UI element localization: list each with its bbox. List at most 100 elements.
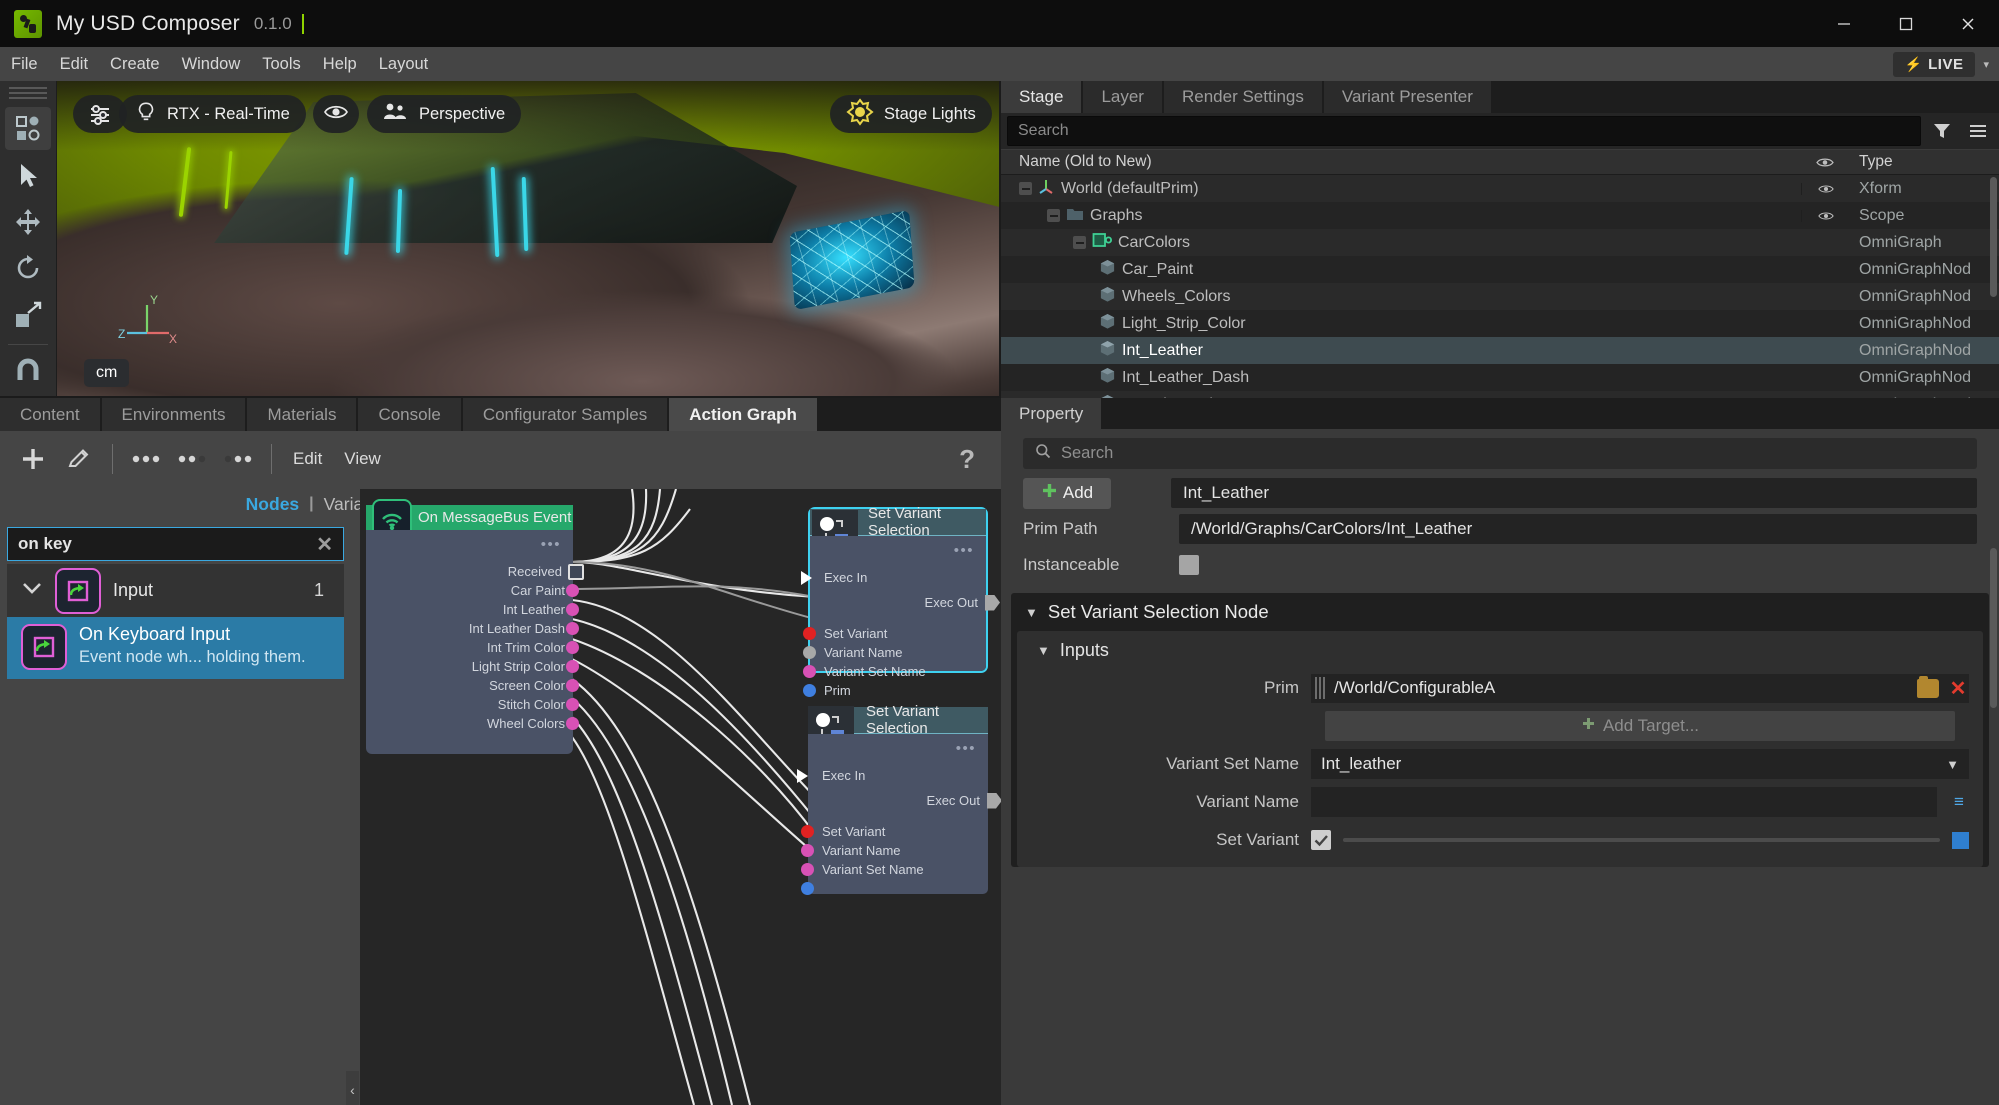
node-port-variant-set-name[interactable]: Variant Set Name (803, 662, 986, 681)
port-socket[interactable] (803, 665, 816, 678)
stage-lights-chip[interactable]: Stage Lights (830, 95, 992, 133)
node-port-received[interactable]: Received (366, 562, 584, 581)
color-swatch[interactable] (1952, 831, 1969, 849)
instanceable-checkbox[interactable] (1179, 555, 1199, 575)
chevron-down-icon[interactable]: ▾ (1979, 58, 1999, 71)
filter-icon[interactable] (1927, 116, 1957, 146)
port-socket[interactable] (801, 882, 814, 895)
clear-search-icon[interactable]: ✕ (316, 532, 333, 557)
table-row[interactable]: World (defaultPrim) Xform (1001, 175, 1999, 202)
set-variant-checkbox[interactable] (1311, 830, 1331, 850)
node-port-stitch-color[interactable]: Stitch Color (366, 695, 579, 714)
menu-help[interactable]: Help (312, 47, 368, 81)
tab-render-settings[interactable]: Render Settings (1163, 81, 1322, 113)
node-port-exec-in-2[interactable]: Exec In (797, 766, 988, 785)
move-tool-button[interactable] (5, 200, 51, 243)
port-socket[interactable] (566, 584, 579, 597)
section-header[interactable]: ▼ Set Variant Selection Node (1011, 593, 1989, 631)
remove-target-icon[interactable]: ✕ (1947, 677, 1969, 700)
rail-drag-handle[interactable] (9, 87, 47, 102)
stage-search-input[interactable]: Search (1007, 116, 1921, 146)
tab-console[interactable]: Console (358, 398, 461, 431)
tab-environments[interactable]: Environments (101, 398, 246, 431)
port-socket[interactable] (566, 717, 579, 730)
menu-tools[interactable]: Tools (251, 47, 312, 81)
list-item-on-keyboard-input[interactable]: On Keyboard Input Event node wh... holdi… (7, 617, 344, 679)
stage-tree-body[interactable]: World (defaultPrim) Xform Graphs Scope C… (1001, 175, 1999, 398)
close-button[interactable] (1937, 0, 1999, 47)
visibility-chip[interactable] (313, 95, 359, 133)
folder-icon[interactable] (1917, 675, 1939, 698)
table-row[interactable]: Car_Paint OmniGraphNod (1001, 256, 1999, 283)
pencil-icon[interactable] (58, 438, 100, 480)
node-port-variant-name[interactable]: Variant Name (803, 643, 986, 662)
port-socket[interactable] (803, 646, 816, 659)
tab-configurator-samples[interactable]: Configurator Samples (462, 398, 668, 431)
panel-collapse-handle[interactable]: ‹ (346, 1071, 359, 1105)
node-port-car-paint[interactable]: Car Paint (366, 581, 579, 600)
menu-file[interactable]: File (0, 47, 49, 81)
align-left-dots-icon[interactable] (125, 438, 167, 480)
port-socket[interactable] (566, 622, 579, 635)
chevron-down-icon[interactable]: ▼ (1037, 643, 1050, 658)
live-badge[interactable]: ⚡ LIVE (1892, 51, 1976, 77)
port-socket[interactable] (568, 563, 584, 580)
renderer-chip[interactable]: RTX - Real-Time (119, 95, 306, 133)
prim-target-field[interactable]: /World/ConfigurableA ✕ (1311, 673, 1969, 703)
node-port-prim-2[interactable] (801, 879, 988, 898)
table-row[interactable]: Int_Trim_Color OmniGraphNod (1001, 391, 1999, 398)
view-menu-button[interactable]: View (335, 449, 390, 469)
node-port-screen-color[interactable]: Screen Color (366, 676, 579, 695)
add-target-button[interactable]: Add Target... (1325, 711, 1955, 741)
graph-canvas[interactable]: On MessageBus Event ••• Received Car Pai… (360, 489, 1001, 1105)
edit-menu-button[interactable]: Edit (284, 449, 331, 469)
align-right-dots-icon[interactable] (217, 438, 259, 480)
scale-tool-button[interactable] (5, 294, 51, 337)
port-socket[interactable] (566, 698, 579, 711)
node-options-icon[interactable]: ••• (956, 740, 976, 757)
chevron-down-icon[interactable] (21, 581, 43, 600)
minimize-button[interactable] (1813, 0, 1875, 47)
node-port-set-variant-2[interactable]: Set Variant (801, 822, 988, 841)
equals-icon[interactable]: ≡ (1949, 791, 1969, 813)
port-socket[interactable] (566, 679, 579, 692)
menu-edit[interactable]: Edit (49, 47, 99, 81)
node-port-set-variant[interactable]: Set Variant (803, 624, 986, 643)
hamburger-menu-icon[interactable] (1963, 116, 1993, 146)
port-socket[interactable] (801, 863, 814, 876)
port-socket[interactable] (803, 684, 816, 697)
list-group-input[interactable]: Input 1 (7, 564, 344, 617)
node-port-int-leather[interactable]: Int Leather (366, 600, 579, 619)
maximize-button[interactable] (1875, 0, 1937, 47)
expander-icon[interactable] (1019, 182, 1032, 195)
prim-path-field[interactable]: /World/Graphs/CarColors/Int_Leather (1179, 514, 1977, 544)
tab-content[interactable]: Content (0, 398, 100, 431)
variant-name-field[interactable] (1311, 787, 1937, 817)
tab-nodes[interactable]: Nodes (246, 494, 299, 515)
rotate-tool-button[interactable] (5, 247, 51, 290)
port-socket[interactable] (566, 641, 579, 654)
set-variant-slider[interactable] (1343, 838, 1940, 842)
align-center-dots-icon[interactable] (171, 438, 213, 480)
chevron-down-icon[interactable]: ▼ (1025, 605, 1038, 620)
inputs-header[interactable]: ▼ Inputs (1017, 631, 1983, 669)
port-socket[interactable] (801, 844, 814, 857)
tab-action-graph[interactable]: Action Graph (669, 398, 817, 431)
graph-node-set-variant-selection-2[interactable]: Set Variant Selection ••• Exec In Exec O… (797, 703, 1001, 895)
node-port-prim[interactable]: Prim (803, 681, 986, 700)
cursor-tool-button[interactable] (5, 154, 51, 197)
node-search-input[interactable]: on key ✕ (7, 527, 344, 561)
node-port-exec-in[interactable]: Exec In (801, 568, 986, 587)
tab-layer[interactable]: Layer (1083, 81, 1162, 113)
table-row-selected[interactable]: Int_Leather OmniGraphNod (1001, 337, 1999, 364)
row-visibility-toggle[interactable] (1801, 182, 1849, 195)
graph-node-set-variant-selection-1[interactable]: Set Variant Selection ••• Exec In Exec O… (801, 505, 1000, 698)
node-port-int-trim-color[interactable]: Int Trim Color (366, 638, 579, 657)
port-socket[interactable] (566, 660, 579, 673)
menu-window[interactable]: Window (171, 47, 252, 81)
variant-set-name-select[interactable]: Int_leather ▼ (1311, 749, 1969, 779)
stage-scrollbar[interactable] (1990, 177, 1997, 297)
property-search-input[interactable]: Search (1023, 438, 1977, 469)
tab-variant-presenter[interactable]: Variant Presenter (1323, 81, 1491, 113)
graph-node-on-messagebus-event[interactable]: On MessageBus Event ••• Received Car Pai… (366, 499, 584, 754)
